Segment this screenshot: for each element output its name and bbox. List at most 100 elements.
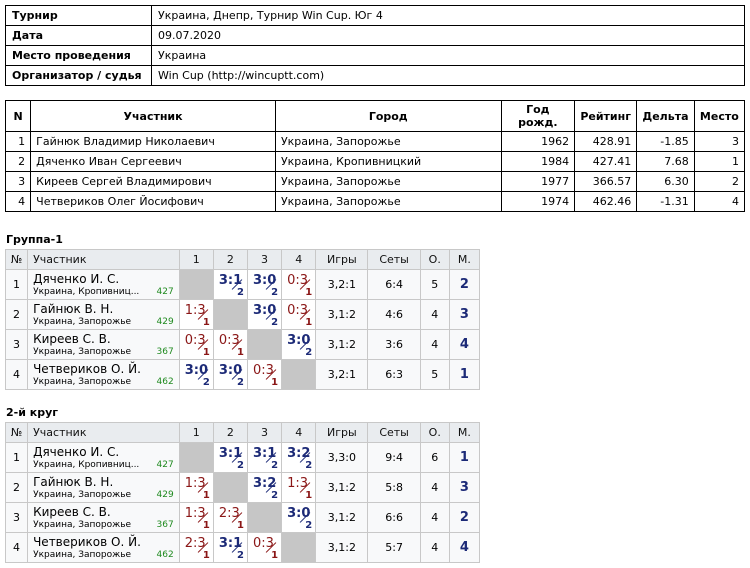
row-number: 2 bbox=[4, 472, 29, 503]
match-cell: 3:0 2 bbox=[246, 299, 283, 330]
match-points: 1 bbox=[305, 317, 313, 328]
player-name: Киреев С. В. bbox=[33, 505, 111, 519]
row-number: 3 bbox=[4, 502, 29, 533]
points-cell: 5 bbox=[419, 269, 450, 300]
match-points: 1 bbox=[202, 520, 210, 531]
player-cell: Гайнюк В. Н. Украина, Запорожье 429 bbox=[27, 472, 180, 503]
match-cell: 1:3 1 bbox=[178, 299, 214, 330]
col-header-participant: Участник bbox=[30, 100, 276, 132]
match-score: 1:3 bbox=[184, 506, 206, 521]
group-row: 2 Гайнюк В. Н. Украина, Запорожье 429 1:3 1 3:… bbox=[4, 299, 481, 330]
player-name: Гайнюк В. Н. bbox=[33, 302, 114, 316]
match-cell: 3:2 2 bbox=[281, 442, 317, 473]
self-match-cell bbox=[281, 532, 317, 563]
participant-city: Украина, Запорожье bbox=[274, 171, 502, 192]
match-points: 2 bbox=[271, 287, 279, 298]
match-score: 2:3 bbox=[184, 536, 206, 551]
games-cell: 3,2:1 bbox=[315, 269, 369, 300]
participant-birth-year: 1977 bbox=[500, 171, 576, 192]
player-rating: 462 bbox=[156, 377, 174, 387]
match-points: 2 bbox=[305, 520, 313, 531]
participant-place: 4 bbox=[693, 191, 746, 212]
participant-row: 1 Гайнюк Владимир Николаевич Украина, Запо… bbox=[4, 131, 746, 152]
match-score: 0:3 bbox=[287, 303, 309, 318]
group-header-row: № Участник 1 2 3 4 Игры Сеты О. М. bbox=[4, 422, 481, 443]
match-score: 1:3 bbox=[287, 476, 309, 491]
sets-cell: 9:4 bbox=[367, 442, 421, 473]
points-cell: 4 bbox=[419, 502, 450, 533]
participant-participant: Четвериков Олег Йосифович bbox=[30, 191, 276, 212]
col-header-birth-year: Год рожд. bbox=[500, 100, 576, 132]
col-header-rating: Рейтинг bbox=[574, 100, 638, 132]
points-cell: 5 bbox=[419, 359, 450, 390]
place-cell: 2 bbox=[448, 502, 481, 533]
player-cell: Киреев С. В. Украина, Запорожье 367 bbox=[27, 329, 180, 360]
match-cell: 3:0 2 bbox=[281, 329, 317, 360]
group-col-header: Игры bbox=[315, 422, 369, 443]
player-city: Украина, Запорожье bbox=[33, 377, 132, 387]
player-rating: 367 bbox=[156, 520, 174, 530]
match-score: 1:3 bbox=[184, 303, 206, 318]
games-cell: 3,3:0 bbox=[315, 442, 369, 473]
participant-row: 4 Четвериков Олег Йосифович Украина, Запор… bbox=[4, 191, 746, 212]
self-match-cell bbox=[212, 299, 248, 330]
match-score: 0:3 bbox=[252, 363, 274, 378]
match-points: 2 bbox=[271, 460, 279, 471]
place-cell: 2 bbox=[448, 269, 481, 300]
match-score: 1:3 bbox=[184, 476, 206, 491]
group-1-title: Группа-1 bbox=[6, 233, 63, 246]
match-cell: 0:3 1 bbox=[212, 329, 248, 360]
participant-participant: Киреев Сергей Владимирович bbox=[30, 171, 276, 192]
match-cell: 1:3 1 bbox=[178, 502, 214, 533]
match-points: 2 bbox=[271, 490, 279, 501]
player-rating: 429 bbox=[156, 490, 174, 500]
player-city: Украина, Запорожье bbox=[33, 520, 132, 530]
match-points: 2 bbox=[237, 287, 244, 298]
participant-city: Украина, Запорожье bbox=[274, 131, 502, 152]
player-rating: 427 bbox=[156, 287, 174, 297]
match-points: 1 bbox=[305, 490, 313, 501]
group-col-header: 2 bbox=[212, 422, 248, 443]
games-cell: 3,1:2 bbox=[315, 502, 369, 533]
group-col-header: Участник bbox=[27, 249, 180, 270]
player-name: Дяченко И. С. bbox=[33, 272, 120, 286]
match-cell: 3:0 2 bbox=[246, 269, 283, 300]
match-cell: 3:1 2 bbox=[212, 532, 248, 563]
games-cell: 3,1:2 bbox=[315, 299, 369, 330]
group-col-header: Игры bbox=[315, 249, 369, 270]
info-row-tournament: Турнир Украина, Днепр, Турнир Win Cup. Ю… bbox=[5, 5, 745, 26]
match-points: 1 bbox=[305, 287, 313, 298]
match-cell: 0:3 1 bbox=[281, 299, 317, 330]
participant-rating: 428.91 bbox=[574, 131, 638, 152]
match-score: 2:3 bbox=[218, 506, 240, 521]
sets-cell: 3:6 bbox=[367, 329, 421, 360]
participant-n: 3 bbox=[4, 171, 32, 192]
player-city: Украина, Запорожье bbox=[33, 347, 132, 357]
group-col-header: 1 bbox=[178, 422, 214, 443]
group-col-header: 4 bbox=[281, 249, 317, 270]
match-points: 2 bbox=[271, 317, 279, 328]
sets-cell: 6:6 bbox=[367, 502, 421, 533]
row-number: 3 bbox=[4, 329, 29, 360]
match-cell: 0:3 1 bbox=[246, 359, 283, 390]
group-col-header: 3 bbox=[246, 249, 283, 270]
participant-row: 2 Дяченко Иван Сергеевич Украина, Кропивни… bbox=[4, 151, 746, 172]
points-cell: 4 bbox=[419, 532, 450, 563]
self-match-cell bbox=[178, 269, 214, 300]
col-header-delta: Дельта bbox=[636, 100, 695, 132]
participant-delta: -1.85 bbox=[636, 131, 695, 152]
match-points: 1 bbox=[271, 550, 279, 561]
player-name: Киреев С. В. bbox=[33, 332, 111, 346]
participant-n: 2 bbox=[4, 151, 32, 172]
sets-cell: 6:4 bbox=[367, 269, 421, 300]
row-number: 2 bbox=[4, 299, 29, 330]
participant-n: 1 bbox=[4, 131, 32, 152]
match-points: 1 bbox=[202, 550, 210, 561]
place-cell: 4 bbox=[448, 532, 481, 563]
match-points: 1 bbox=[202, 317, 210, 328]
sets-cell: 5:7 bbox=[367, 532, 421, 563]
group-row: 3 Киреев С. В. Украина, Запорожье 367 0:3 1 0:… bbox=[4, 329, 481, 360]
match-cell: 3:1 2 bbox=[212, 269, 248, 300]
player-cell: Дяченко И. С. Украина, Кропивниц... 427 bbox=[27, 442, 180, 473]
place-cell: 3 bbox=[448, 472, 481, 503]
